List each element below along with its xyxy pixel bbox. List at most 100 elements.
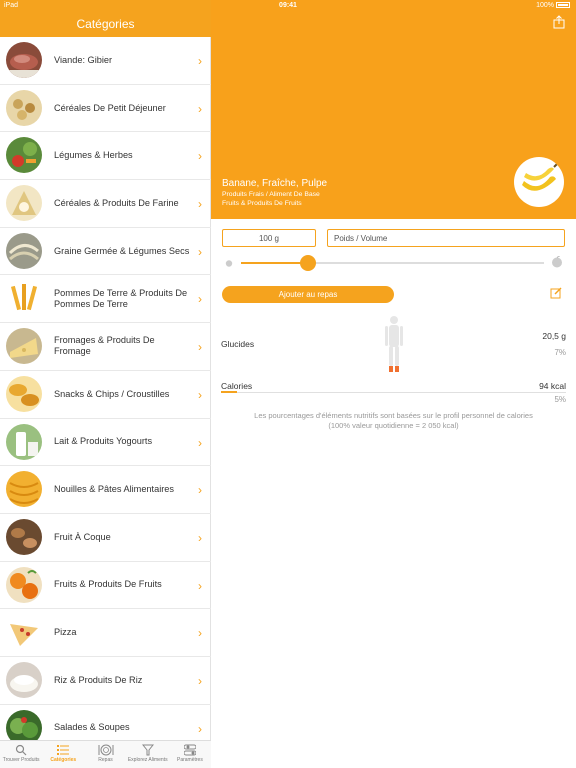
salad-icon [6,709,42,740]
chevron-right-icon: › [198,721,202,736]
tab-label: Catégories [50,757,77,763]
note-line-2: (100% valeur quotidienne = 2 050 kcal) [328,421,459,430]
unit-field[interactable]: Poids / Volume [327,229,565,247]
chevron-right-icon: › [198,483,202,498]
category-item-legumes-herbes[interactable]: Légumes & Herbes › [0,132,211,181]
category-label: Pommes De Terre & Produits De Pommes De … [54,287,188,309]
category-item-salades-soupes[interactable]: Salades & Soupes › [0,705,211,740]
chevron-right-icon: › [198,387,202,402]
rice-icon [6,661,42,698]
flour-icon [6,185,42,222]
category-label: Viande: Gibier [54,54,113,65]
chevron-right-icon: › [198,340,202,355]
nutrient-percent-calories: 5% [554,395,566,404]
filter-icon [141,744,154,756]
sprouts-icon [6,232,42,269]
small-apple-icon [225,260,233,267]
chevron-right-icon: › [198,244,202,259]
fries-icon [6,280,42,317]
tab-explorez-aliments[interactable]: Explorez Aliments [127,741,169,768]
nutrient-percent-glucides: 7% [554,348,566,357]
share-icon[interactable] [553,15,565,29]
food-category: Produits Frais / Aliment De Base [222,191,320,198]
category-item-pizza[interactable]: Pizza › [0,609,211,657]
battery-status: 100% [536,2,570,9]
status-time: 09:41 [279,2,297,9]
cereal-icon [6,89,42,126]
food-name: Banane, Fraîche, Pulpe [222,178,328,189]
pasta-icon [6,471,42,508]
meat-icon [6,42,42,78]
category-label: Lait & Produits Yogourts [54,436,153,447]
chevron-right-icon: › [198,626,202,641]
category-label: Fromages & Produits De Fromage [54,335,155,357]
calorie-bar-fill [221,391,237,393]
pizza-icon [6,614,42,651]
nutrition-note: Les pourcentages d'éléments nutritifs so… [221,411,566,431]
chevron-right-icon: › [198,197,202,212]
chevron-right-icon: › [198,292,202,307]
large-apple-icon [552,256,562,268]
edit-icon[interactable] [550,287,562,299]
tab-repas[interactable]: Repas [84,741,126,768]
category-item-nouilles-pates[interactable]: Nouilles & Pâtes Alimentaires › [0,466,211,514]
chevron-right-icon: › [198,530,202,545]
milk-icon [6,423,42,460]
tab-label: Paramètres [176,757,203,763]
slider-fill [241,262,308,264]
category-item-graine-germee[interactable]: Graine Germée & Légumes Secs › [0,228,211,276]
category-label: Fruits & Produits De Fruits [54,579,162,590]
quantity-field[interactable]: 100 g [222,229,316,247]
toggles-icon [183,744,196,756]
category-label: Snacks & Chips / Croustilles [54,388,170,399]
chevron-right-icon: › [198,673,202,688]
nutrient-value-glucides: 20,5 g [542,331,566,341]
category-label: Céréales De Petit Déjeuner [54,102,166,113]
calorie-bar-track [221,392,566,393]
category-item-fruits[interactable]: Fruits & Produits De Fruits › [0,562,211,610]
quantity-slider[interactable] [241,255,544,271]
tab-parametres[interactable]: Paramètres [169,741,211,768]
category-label: Riz & Produits De Riz [54,674,143,685]
chevron-right-icon: › [198,101,202,116]
slider-handle[interactable] [299,255,316,271]
chevron-right-icon: › [198,149,202,164]
plate-icon [98,744,113,756]
tab-trouver-produits[interactable]: Trouver Produits [0,741,42,768]
status-bar: iPad 09:41 100% [0,0,576,12]
category-item-lait-yogourts[interactable]: Lait & Produits Yogourts › [0,419,211,467]
category-label: Pizza [54,627,77,638]
search-icon [15,744,27,756]
category-label: Salades & Soupes [54,722,130,733]
nutrient-label-calories: Calories [221,381,253,391]
chevron-right-icon: › [198,578,202,593]
cheese-icon [6,328,42,365]
tab-categories[interactable]: Catégories [42,741,84,768]
tab-label: Explorez Aliments [127,757,168,763]
category-item-fruit-a-coque[interactable]: Fruit À Coque › [0,514,211,562]
category-item-snacks[interactable]: Snacks & Chips / Croustilles › [0,371,211,419]
food-subcategory: Fruits & Produits De Fruits [222,200,302,207]
note-line-1: Les pourcentages d'éléments nutritifs so… [254,411,533,420]
category-label: Fruit À Coque [54,531,111,542]
category-list[interactable]: Viande: Gibier › Céréales De Petit Déjeu… [0,37,211,740]
fruits-icon [6,566,42,603]
add-to-meal-button[interactable]: Ajouter au repas [222,286,394,303]
chevron-right-icon: › [198,54,202,68]
category-item-riz[interactable]: Riz & Produits De Riz › [0,657,211,705]
body-icon [385,316,403,372]
tab-label: Trouver Produits [2,757,40,763]
category-label: Nouilles & Pâtes Alimentaires [54,484,175,495]
chevron-right-icon: › [198,435,202,450]
battery-percent: 100% [536,2,554,9]
category-item-pommes-de-terre[interactable]: Pommes De Terre & Produits De Pommes De … [0,275,211,324]
category-item-cereales-petit-dejeuner[interactable]: Céréales De Petit Déjeuner › [0,85,211,133]
category-label: Graine Germée & Légumes Secs [54,245,190,256]
category-item-fromages[interactable]: Fromages & Produits De Fromage › [0,323,211,371]
categories-panel: Catégories Viande: Gibier › Céréales De … [0,0,211,768]
chips-icon [6,375,42,412]
banana-image [514,157,564,207]
category-item-viande-gibier[interactable]: Viande: Gibier › [0,37,211,85]
category-label: Légumes & Herbes [54,150,133,161]
category-item-cereales-farine[interactable]: Céréales & Produits De Farine › [0,180,211,228]
